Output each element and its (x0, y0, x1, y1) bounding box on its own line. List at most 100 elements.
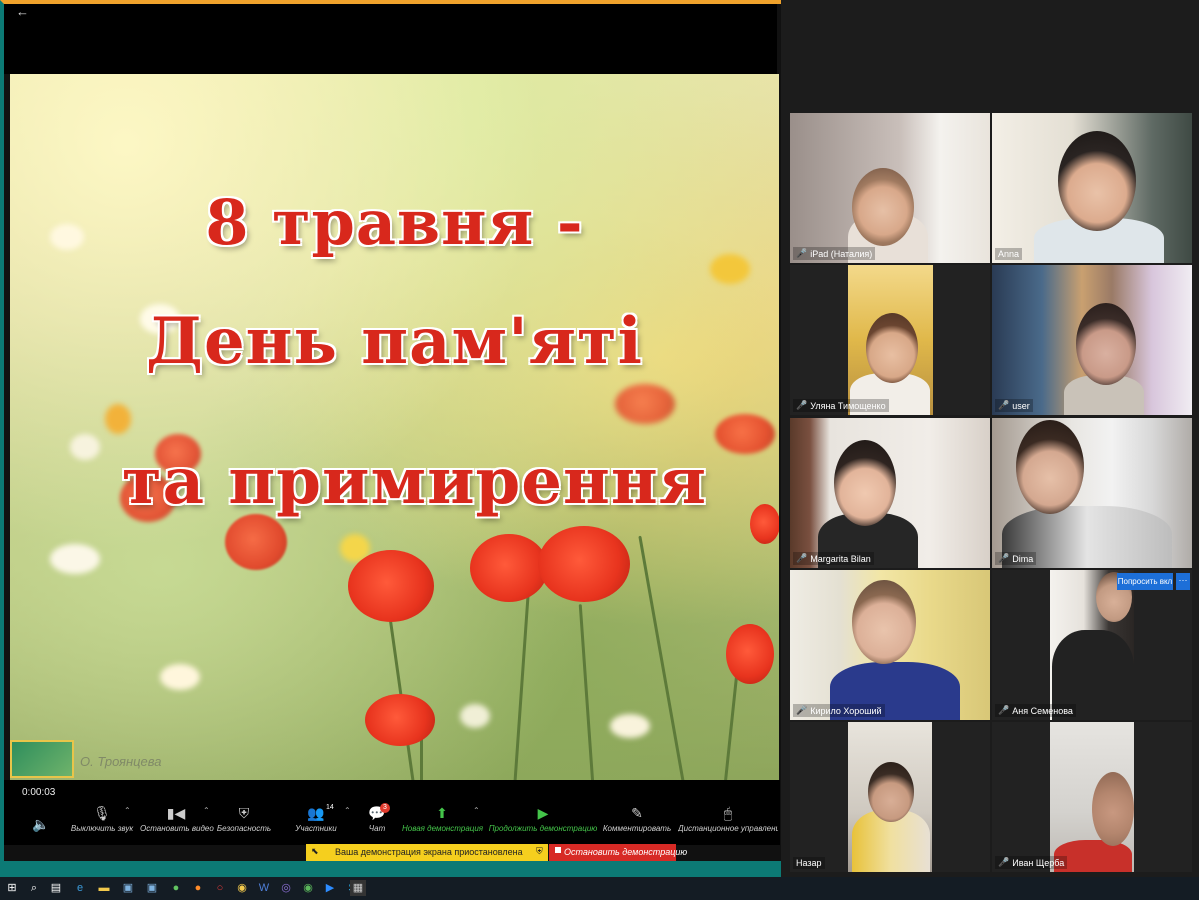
poppy-flower (538, 526, 630, 602)
participant-name-tag: 🎤 user (995, 399, 1033, 412)
share-paused-text: Ваша демонстрация экрана приостановлена (335, 847, 523, 857)
remote-control-label: Дистанционное управление (678, 824, 778, 833)
arrow-left-icon[interactable]: ← (16, 4, 29, 19)
zoom-screen: ← 8 травня - День пам'яті та примирення … (0, 0, 1199, 900)
person-head (834, 440, 896, 526)
mic-muted-icon: 🎤 (796, 248, 808, 258)
edge-browser-icon[interactable]: e (72, 880, 88, 896)
viber-icon[interactable]: ◎ (278, 880, 294, 896)
participant-name: Иван Щерба (1012, 857, 1065, 868)
chat-label: Чат (368, 824, 386, 833)
poppy-flower (726, 624, 774, 684)
video-tile-active-speaker[interactable]: 🎤 Кирило Хороший (790, 570, 990, 720)
chevron-up-icon[interactable]: ⌃ (124, 806, 131, 815)
video-tile[interactable]: 🎤 Уляна Тимощенко (790, 265, 990, 415)
participant-name: user (1012, 400, 1030, 411)
participants-label: Участники (295, 824, 337, 833)
firefox-icon[interactable]: ● (190, 880, 206, 896)
participant-name: Уляна Тимощенко (810, 400, 886, 411)
participant-name-tag: 🎤 Уляна Тимощенко (793, 399, 889, 412)
video-tile[interactable]: Anna (992, 113, 1192, 263)
chat-unread-badge: 3 (380, 803, 390, 813)
windows-start-icon[interactable]: ⊞ (4, 880, 20, 896)
slide-title-line-2: День пам'яті (146, 304, 643, 379)
mic-muted-icon: 🎤 (796, 553, 808, 563)
speaker-icon[interactable]: 🔈 (32, 816, 49, 833)
poppy-flower (470, 534, 548, 602)
participant-name-tag: 🎤 Кирило Хороший (793, 704, 885, 717)
new-share-label: Новая демонстрация (402, 824, 484, 833)
video-tile[interactable]: 🎤 Аня Семенова (992, 570, 1192, 720)
poppy-stem (638, 535, 685, 780)
app-icon[interactable]: ● (168, 880, 184, 896)
video-tile[interactable]: 🎤 user (992, 265, 1192, 415)
meadow-flower (160, 664, 200, 690)
stop-share-label: Остановить демонстрацию (564, 847, 688, 857)
stop-video-button[interactable]: ▮◀ Остановить видео (140, 802, 214, 842)
meadow-flower (50, 544, 100, 574)
task-view-icon[interactable]: ▤ (48, 880, 64, 896)
chevron-up-icon[interactable]: ⌃ (203, 806, 210, 815)
presentation-slide: 8 травня - День пам'яті та примирення О.… (10, 74, 779, 780)
video-tile[interactable]: 🎤 Margarita Bilan (790, 418, 990, 568)
more-options-button[interactable]: ··· (1176, 573, 1190, 590)
person-head (852, 168, 914, 246)
watermark-logo (10, 740, 74, 778)
mouse-icon: 🖱 (723, 805, 733, 821)
meadow-flower (610, 714, 650, 738)
video-tile[interactable]: 🎤 Иван Щерба (992, 722, 1192, 872)
play-icon: ▶ (537, 805, 549, 821)
security-button[interactable]: ⛨ Безопасность (216, 802, 272, 842)
person-head (1076, 303, 1136, 385)
meadow-flower (105, 404, 131, 434)
pin-icon: ⬉ (311, 846, 319, 856)
chrome-icon[interactable]: ◉ (300, 880, 316, 896)
person-head (1016, 420, 1084, 514)
zoom-icon[interactable]: ▶ (322, 880, 338, 896)
person-head (868, 762, 914, 822)
chrome-icon[interactable]: ◉ (234, 880, 250, 896)
person-head (1058, 131, 1136, 231)
chevron-up-icon[interactable]: ⌃ (344, 806, 351, 815)
participant-name: Назар (796, 858, 822, 868)
video-tile[interactable]: 🎤 Dima (992, 418, 1192, 568)
resume-share-label: Продолжить демонстрацию (488, 824, 598, 833)
poppy-flower (365, 694, 435, 746)
participant-name: iPad (Наталия) (810, 248, 873, 259)
participant-name: Anna (998, 249, 1020, 259)
participant-name-tag: 🎤 Иван Щерба (995, 856, 1068, 869)
video-tile[interactable]: 🎤 iPad (Наталия) (790, 113, 990, 263)
video-tile[interactable]: Назар (790, 722, 990, 872)
participant-name-tag: 🎤 iPad (Наталия) (793, 247, 876, 260)
app-icon[interactable]: ▣ (120, 880, 136, 896)
remote-control-button[interactable]: 🖱 Дистанционное управление (678, 802, 778, 842)
mic-muted-icon: 🎤 (998, 705, 1010, 715)
resume-share-button[interactable]: ▶ Продолжить демонстрацию (488, 802, 598, 842)
poppy-flower (225, 514, 287, 570)
watermark-text: О. Троянцева (80, 754, 162, 769)
person-head (852, 580, 916, 664)
mic-muted-icon: 🎤 (796, 400, 808, 410)
pencil-icon: ✎ (631, 805, 643, 821)
share-screen-icon: ⬆ (436, 805, 448, 821)
app-icon[interactable]: ▦ (350, 880, 366, 896)
security-label: Безопасность (216, 824, 272, 833)
opera-icon[interactable]: ○ (212, 880, 228, 896)
person-head (866, 313, 918, 383)
annotate-button[interactable]: ✎ Комментировать (602, 802, 672, 842)
playback-bar (4, 780, 780, 802)
participant-name-tag: Anna (995, 248, 1023, 260)
ask-unmute-button[interactable]: Попросить вкл (1117, 573, 1173, 590)
slide-title-line-1: 8 травня - (205, 186, 584, 259)
participant-name: Dima (1012, 553, 1034, 564)
meadow-flower (460, 704, 490, 728)
shield-icon: ⛨ (536, 846, 543, 856)
slide-title-line-3: та примирення (122, 444, 707, 519)
new-share-button[interactable]: ⬆ Новая демонстрация (402, 802, 484, 842)
file-explorer-icon[interactable]: ▬ (96, 880, 112, 896)
annotate-label: Комментировать (602, 824, 672, 833)
word-icon[interactable]: W (256, 880, 272, 896)
app-icon[interactable]: ▣ (144, 880, 160, 896)
search-icon[interactable]: ⌕ (26, 880, 42, 896)
chevron-up-icon[interactable]: ⌃ (473, 806, 480, 815)
